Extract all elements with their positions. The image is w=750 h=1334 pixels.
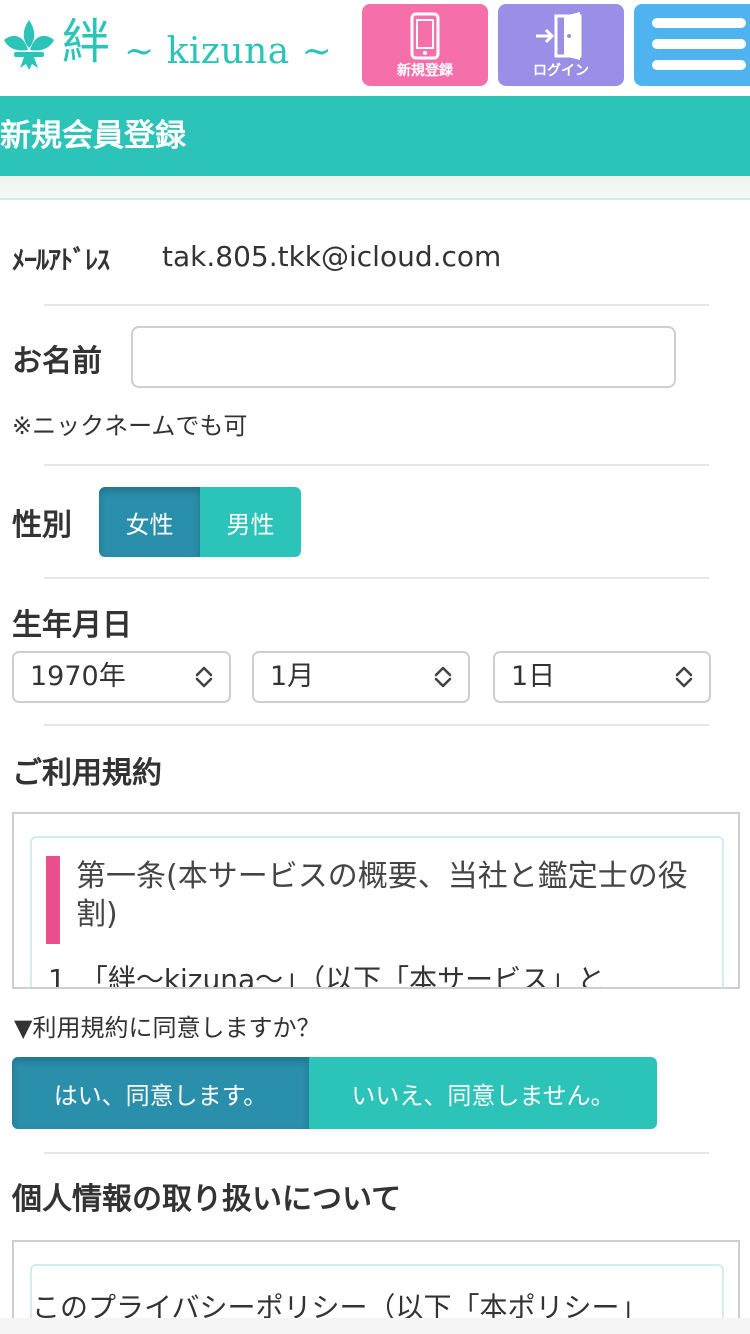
register-button[interactable]: 新規登録 bbox=[362, 4, 488, 86]
birth-day-select[interactable]: 1日 bbox=[493, 651, 711, 703]
divider bbox=[44, 1152, 709, 1154]
name-input[interactable] bbox=[131, 326, 676, 388]
site-logo[interactable]: 絆 ~ kizuna ~ bbox=[0, 0, 340, 96]
decorative-pattern bbox=[0, 176, 750, 198]
logo-wordmark: ~ kizuna ~ bbox=[124, 31, 333, 72]
email-label: ﾒｰﾙｱﾄﾞﾚｽ bbox=[12, 246, 110, 276]
terms-agree-no[interactable]: いいえ、同意しません。 bbox=[309, 1057, 657, 1129]
terms-content: 第一条(本サービスの概要、当社と鑑定士の役割) 1 「絆～kizuna～」（以下… bbox=[30, 836, 724, 987]
terms-agree-question: ▼利用規約に同意しますか？ bbox=[14, 1014, 321, 1042]
gender-option-male[interactable]: 男性 bbox=[200, 487, 301, 557]
register-button-label: 新規登録 bbox=[397, 63, 453, 79]
heading-accent-bar bbox=[46, 856, 60, 944]
gender-toggle: 女性 男性 bbox=[99, 487, 301, 557]
page-title-bar: 新規会員登録 bbox=[0, 96, 750, 176]
select-chevron-icon bbox=[195, 666, 213, 688]
site-header: 絆 ~ kizuna ~ 新規登録 ログイン bbox=[0, 0, 750, 96]
hamburger-menu-button[interactable] bbox=[634, 4, 750, 86]
page-title: 新規会員登録 bbox=[0, 118, 186, 154]
email-value: tak.805.tkk@icloud.com bbox=[162, 240, 502, 273]
logo-kanji: 絆 bbox=[62, 14, 111, 70]
birthday-label: 生年月日 bbox=[12, 608, 132, 643]
privacy-label: 個人情報の取り扱いについて bbox=[12, 1182, 402, 1217]
terms-scroll-box[interactable]: 第一条(本サービスの概要、当社と鑑定士の役割) 1 「絆～kizuna～」（以下… bbox=[12, 812, 740, 989]
terms-heading: 第一条(本サービスの概要、当社と鑑定士の役割) bbox=[76, 859, 688, 932]
birth-month-value: 1月 bbox=[270, 661, 315, 692]
select-chevron-icon bbox=[434, 666, 452, 688]
birth-day-value: 1日 bbox=[511, 661, 556, 692]
birth-year-select[interactable]: 1970年 bbox=[12, 651, 231, 703]
divider bbox=[44, 304, 709, 306]
hamburger-menu-icon bbox=[652, 18, 746, 81]
gender-label: 性別 bbox=[12, 508, 72, 543]
birth-year-value: 1970年 bbox=[30, 661, 126, 692]
divider bbox=[44, 724, 709, 726]
login-button[interactable]: ログイン bbox=[498, 4, 624, 86]
name-label: お名前 bbox=[12, 344, 102, 379]
terms-text: 1 「絆～kizuna～」（以下「本サービス」と bbox=[48, 963, 606, 989]
select-chevron-icon bbox=[675, 666, 693, 688]
divider bbox=[44, 464, 709, 466]
divider bbox=[44, 577, 709, 579]
name-note: ※ニックネームでも可 bbox=[12, 412, 248, 440]
divider bbox=[0, 198, 750, 200]
door-login-icon bbox=[536, 12, 582, 60]
terms-label: ご利用規約 bbox=[12, 756, 162, 791]
terms-agree-yes[interactable]: はい、同意します。 bbox=[12, 1057, 309, 1129]
gender-option-female[interactable]: 女性 bbox=[99, 487, 200, 557]
bottom-edge bbox=[0, 1318, 750, 1334]
fleur-logo-icon bbox=[4, 20, 54, 70]
login-button-label: ログイン bbox=[533, 63, 589, 79]
phone-icon bbox=[410, 12, 440, 60]
terms-agree-toggle: はい、同意します。 いいえ、同意しません。 bbox=[12, 1057, 657, 1129]
birth-month-select[interactable]: 1月 bbox=[252, 651, 470, 703]
